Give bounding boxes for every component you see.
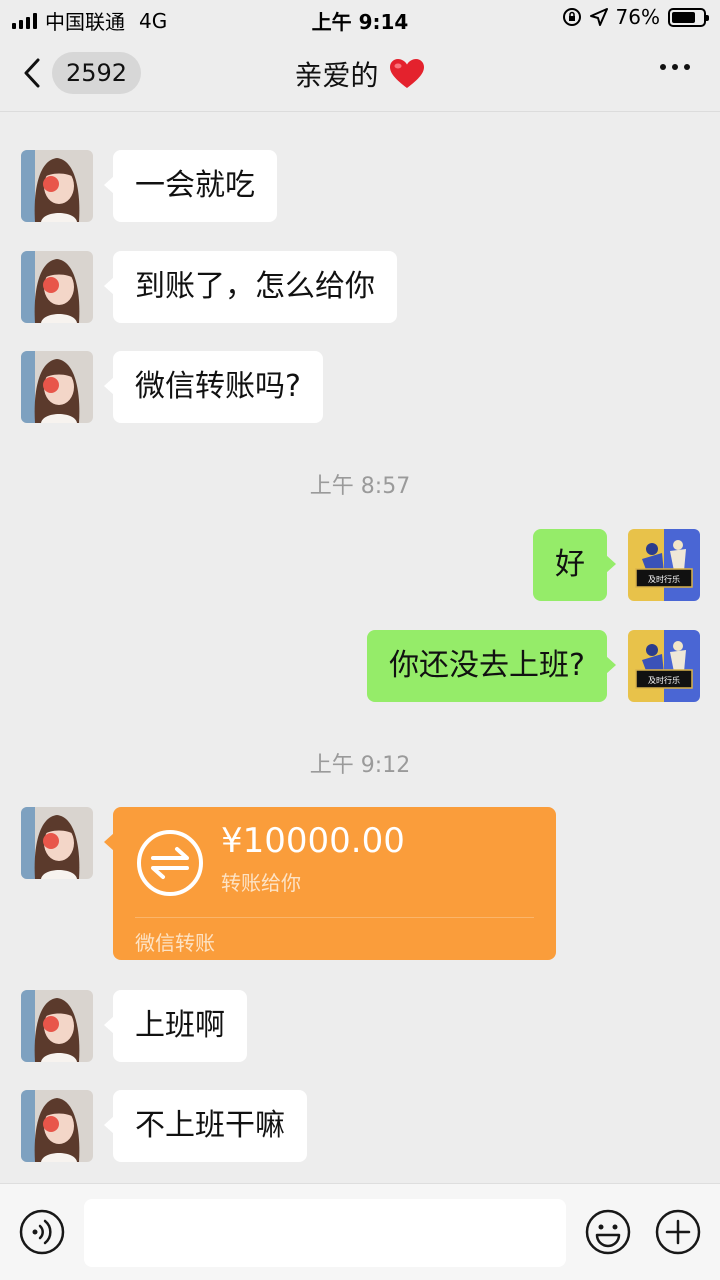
transfer-amount: ¥10000.00 — [221, 821, 405, 861]
contact-avatar[interactable] — [21, 251, 93, 323]
battery-fill — [672, 11, 695, 23]
location-arrow-icon — [589, 8, 608, 26]
incoming-message-bubble[interactable]: 不上班干嘛 — [104, 1090, 307, 1162]
contact-avatar-image — [21, 150, 93, 222]
emoji-icon[interactable] — [584, 1208, 632, 1256]
message-input[interactable] — [84, 1199, 566, 1267]
self-avatar-caption: 及时行乐 — [648, 675, 680, 685]
transfer-message-card[interactable]: ¥10000.00 转账给你 微信转账 — [104, 807, 556, 960]
contact-avatar-image — [21, 351, 93, 423]
contact-avatar-image — [21, 251, 93, 323]
self-avatar[interactable]: 及时行乐 — [628, 630, 700, 702]
battery-percent: 76% — [615, 5, 660, 29]
rotation-lock-icon — [562, 8, 581, 26]
self-avatar-image: 及时行乐 — [628, 529, 700, 601]
self-avatar[interactable]: 及时行乐 — [628, 529, 700, 601]
red-heart-icon — [390, 59, 425, 88]
transfer-arrows-icon — [137, 830, 203, 896]
plus-icon[interactable] — [654, 1208, 702, 1256]
input-bar — [0, 1183, 720, 1280]
self-avatar-caption: 及时行乐 — [648, 574, 680, 584]
contact-avatar-image — [21, 1090, 93, 1162]
chat-title-text: 亲爱的 — [294, 59, 379, 92]
voice-icon[interactable] — [18, 1208, 66, 1256]
chat-title: 亲爱的 — [0, 54, 720, 94]
contact-avatar[interactable] — [21, 351, 93, 423]
contact-avatar[interactable] — [21, 807, 93, 879]
status-bar: 中国联通 4G 上午 9:14 76% — [0, 0, 720, 36]
battery-icon — [668, 7, 709, 27]
message-timestamp: 上午 8:57 — [309, 474, 411, 499]
status-bar-right: 76% — [562, 5, 709, 29]
incoming-message-bubble[interactable]: 上班啊 — [104, 990, 247, 1062]
transfer-footer: 微信转账 — [135, 931, 215, 955]
self-avatar-image: 及时行乐 — [628, 630, 700, 702]
contact-avatar[interactable] — [21, 990, 93, 1062]
contact-avatar-image — [21, 807, 93, 879]
incoming-message-bubble[interactable]: 到账了，怎么给你 — [104, 251, 397, 323]
outgoing-message-bubble[interactable]: 你还没去上班? — [367, 630, 616, 702]
more-dot — [660, 64, 666, 70]
more-dot — [684, 64, 690, 70]
outgoing-message-bubble[interactable]: 好 — [533, 529, 616, 601]
contact-avatar[interactable] — [21, 1090, 93, 1162]
contact-avatar-image — [21, 990, 93, 1062]
incoming-message-bubble[interactable]: 微信转账吗? — [104, 351, 323, 423]
chat-screen: 中国联通 4G 上午 9:14 76% 2592 亲爱的 一会就吃 到账了，怎么… — [0, 0, 720, 1280]
more-dot — [672, 64, 678, 70]
incoming-message-bubble[interactable]: 一会就吃 — [104, 150, 277, 222]
transfer-divider — [135, 917, 534, 918]
message-timestamp: 上午 9:12 — [309, 753, 411, 778]
transfer-note: 转账给你 — [221, 871, 301, 895]
nav-bar: 2592 亲爱的 — [0, 36, 720, 112]
more-options-button[interactable] — [660, 64, 690, 70]
contact-avatar[interactable] — [21, 150, 93, 222]
